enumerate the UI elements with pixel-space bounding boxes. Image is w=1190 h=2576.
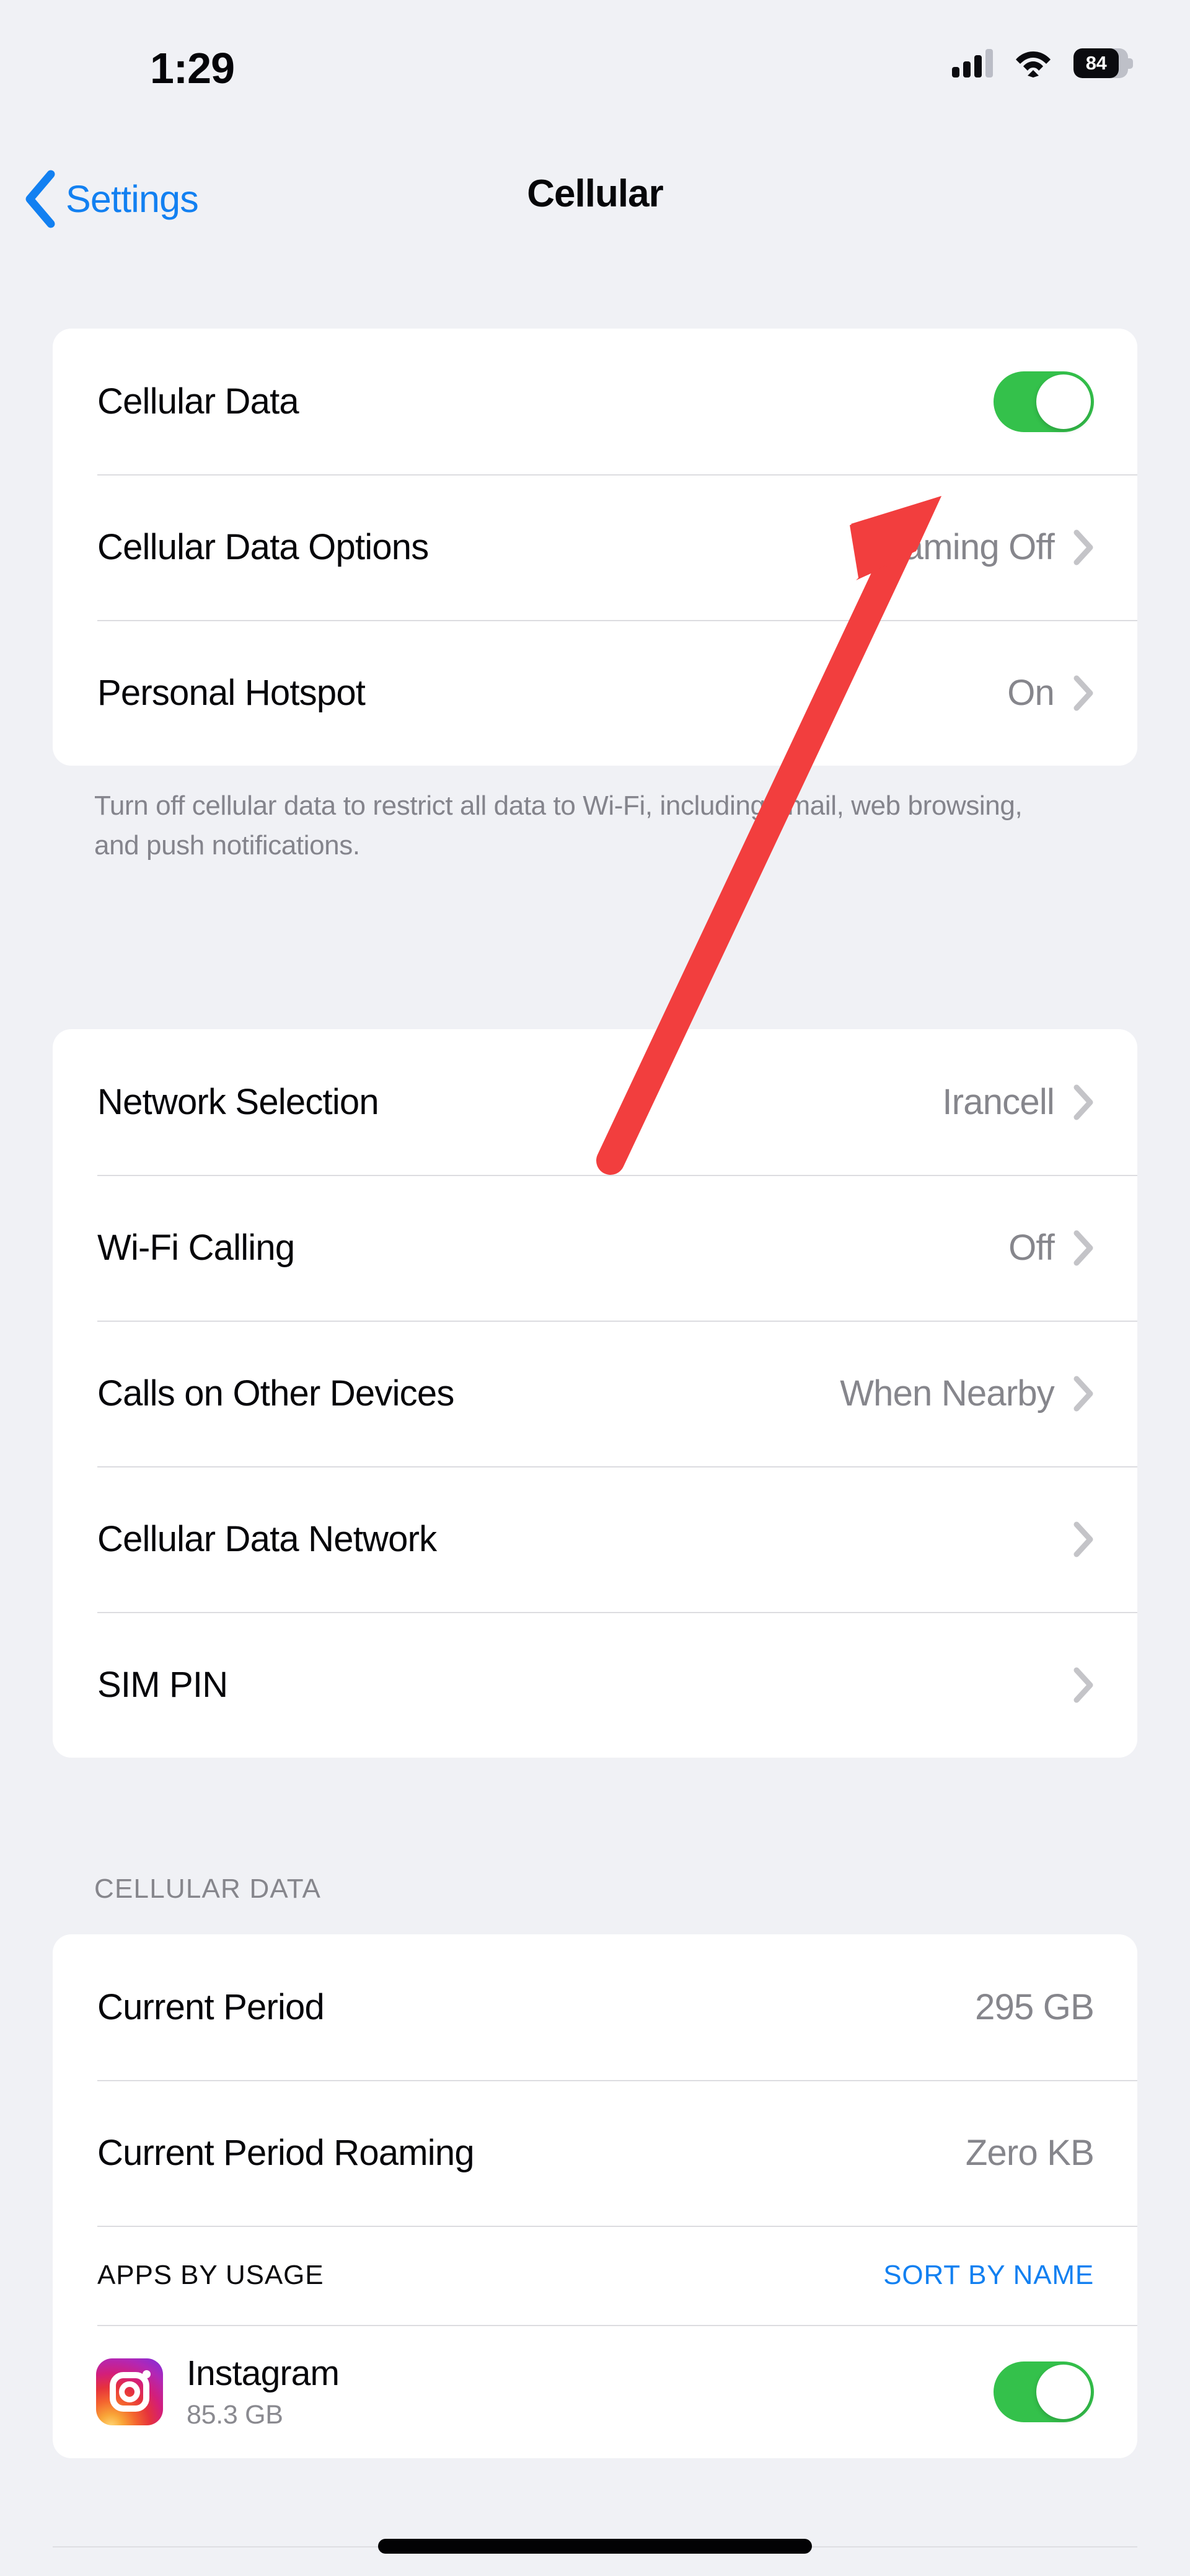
row-calls-on-other-devices[interactable]: Calls on Other Devices When Nearby (53, 1321, 1137, 1466)
row-wifi-calling-value: Off (1008, 1228, 1055, 1268)
cellular-signal-icon (952, 49, 993, 77)
row-current-period-roaming-value: Zero KB (965, 2133, 1095, 2173)
battery-percentage: 84 (1085, 52, 1107, 74)
row-network-selection[interactable]: Network Selection Irancell (53, 1029, 1137, 1175)
row-sim-pin-label: SIM PIN (97, 1665, 228, 1705)
app-name-instagram: Instagram (187, 2353, 340, 2393)
row-personal-hotspot[interactable]: Personal Hotspot On (53, 620, 1137, 766)
section-header-cellular-data: CELLULAR DATA (94, 1874, 322, 1904)
instagram-cellular-toggle[interactable] (994, 2361, 1094, 2422)
row-cellular-data-network[interactable]: Cellular Data Network (53, 1466, 1137, 1612)
row-current-period-value: 295 GB (975, 1987, 1095, 2027)
apps-by-usage-header-row: APPS BY USAGE SORT BY NAME (53, 2226, 1137, 2325)
row-current-period-roaming-label: Current Period Roaming (97, 2133, 475, 2173)
row-calls-on-other-devices-value: When Nearby (840, 1373, 1055, 1414)
cellular-data-footnote: Turn off cellular data to restrict all d… (94, 790, 1023, 861)
row-personal-hotspot-label: Personal Hotspot (97, 673, 366, 713)
row-calls-on-other-devices-label: Calls on Other Devices (97, 1373, 454, 1414)
row-wifi-calling[interactable]: Wi-Fi Calling Off (53, 1175, 1137, 1321)
app-size-instagram: 85.3 GB (187, 2400, 283, 2430)
wifi-icon (1016, 51, 1051, 77)
row-current-period: Current Period 295 GB (53, 1934, 1137, 2080)
battery-icon: 84 (1073, 48, 1133, 78)
chevron-right-icon (1073, 1084, 1093, 1120)
status-bar-indicators: 84 (952, 48, 1133, 78)
row-cellular-data-options-label: Cellular Data Options (97, 527, 429, 567)
page-title: Cellular (527, 172, 663, 215)
chevron-right-icon (1073, 1667, 1093, 1702)
row-cellular-data-network-label: Cellular Data Network (97, 1519, 437, 1559)
row-cellular-data-label: Cellular Data (97, 381, 299, 422)
row-network-selection-value: Irancell (942, 1082, 1054, 1122)
row-sim-pin[interactable]: SIM PIN (53, 1612, 1137, 1758)
row-cellular-data-options[interactable]: Cellular Data Options Roaming Off (53, 474, 1137, 620)
instagram-icon (96, 2358, 163, 2425)
row-wifi-calling-label: Wi-Fi Calling (97, 1228, 295, 1268)
sort-by-name-button[interactable]: SORT BY NAME (883, 2260, 1094, 2291)
row-personal-hotspot-value: On (1007, 673, 1055, 713)
chevron-right-icon (1073, 1230, 1093, 1265)
status-bar-clock: 1:29 (149, 44, 235, 92)
row-current-period-label: Current Period (97, 1987, 325, 2027)
app-usage-row-instagram[interactable]: Instagram 85.3 GB (53, 2325, 1137, 2458)
row-network-selection-label: Network Selection (97, 1082, 379, 1122)
row-cellular-data[interactable]: Cellular Data (53, 329, 1137, 474)
row-current-period-roaming: Current Period Roaming Zero KB (53, 2080, 1137, 2226)
chevron-right-icon (1073, 675, 1093, 710)
navigation-bar: Settings Cellular (0, 158, 1190, 245)
cellular-data-card: Cellular Data Cellular Data Options Roam… (53, 329, 1137, 766)
home-indicator[interactable] (378, 2539, 812, 2554)
apps-by-usage-label: APPS BY USAGE (97, 2260, 324, 2290)
row-cellular-data-options-value: Roaming Off (858, 527, 1055, 567)
cellular-data-toggle[interactable] (994, 371, 1094, 432)
network-settings-card: Network Selection Irancell Wi-Fi Calling… (53, 1029, 1137, 1758)
status-bar: 1:29 84 (0, 0, 1190, 118)
chevron-right-icon (1073, 1521, 1093, 1557)
iphone-settings-cellular-screen: 1:29 84 Settings Cellular Cellular Data … (0, 0, 1190, 2576)
chevron-right-icon (1073, 1376, 1093, 1411)
cellular-data-usage-card: Current Period 295 GB Current Period Roa… (53, 1934, 1137, 2458)
chevron-right-icon (1073, 529, 1093, 565)
